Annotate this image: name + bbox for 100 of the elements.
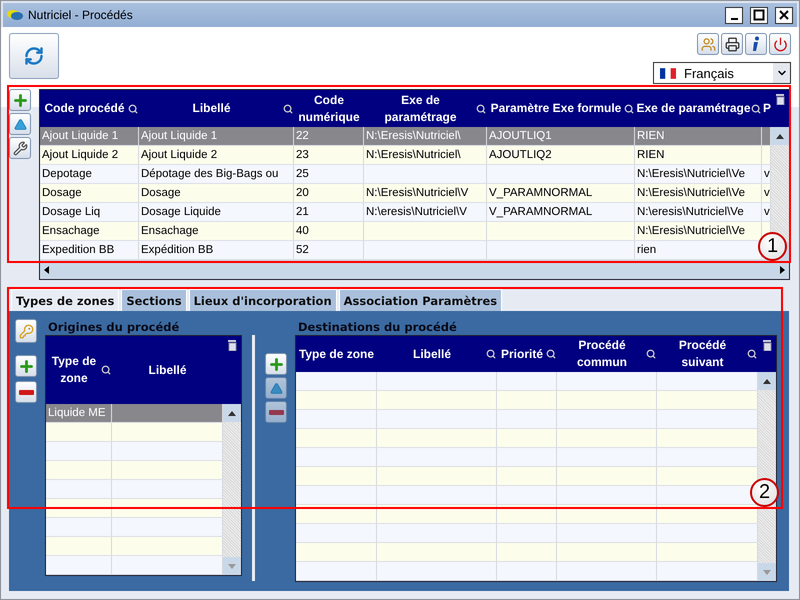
refresh-button[interactable] <box>9 33 59 79</box>
scroll-up-icon[interactable] <box>228 410 236 416</box>
minimize-button[interactable] <box>725 6 743 24</box>
column-header[interactable]: Libellé <box>377 336 497 372</box>
column-header[interactable]: Libellé <box>139 90 294 127</box>
table-cell: Dosage <box>40 184 139 202</box>
move-up-button[interactable] <box>265 377 287 399</box>
table-cell: N:\Eresis\Nutriciel\ <box>364 146 487 164</box>
table-cell: 22 <box>294 127 364 145</box>
table-cell: N:\Eresis\Nutriciel\Ve <box>635 184 762 202</box>
search-icon[interactable] <box>751 104 761 114</box>
table-cell: Ensachage <box>40 222 139 240</box>
table-cell: V_PARAMNORMAL <box>487 203 635 221</box>
remove-button[interactable] <box>265 401 287 423</box>
window-title: Nutriciel - Procédés <box>28 8 134 22</box>
search-icon[interactable] <box>624 104 634 114</box>
info-icon <box>751 36 761 52</box>
scroll-up-icon[interactable] <box>776 134 784 138</box>
table-cell: Dépotage des Big-Bags ou <box>139 165 294 183</box>
search-icon[interactable] <box>747 349 757 359</box>
tab[interactable]: Types de zones <box>11 289 120 311</box>
table-cell: Expedition BB <box>40 241 139 259</box>
scroll-up-icon[interactable] <box>763 378 771 384</box>
search-icon[interactable] <box>476 104 486 114</box>
table-cell: N:\Eresis\Nutriciel\ <box>364 127 487 145</box>
table-row[interactable]: Liquide ME <box>46 404 223 423</box>
column-header[interactable]: Exe de paramétrage <box>635 90 762 127</box>
tab[interactable]: Lieux d'incorporation <box>188 289 337 311</box>
triangle-up-icon <box>14 118 26 130</box>
column-chooser-icon[interactable] <box>775 94 785 105</box>
plus-icon <box>268 356 284 372</box>
table-cell: V_PARAMNORMAL <box>487 184 635 202</box>
print-button[interactable] <box>721 33 743 55</box>
tab[interactable]: Sections <box>121 289 187 311</box>
table-cell: AJOUTLIQ2 <box>487 146 635 164</box>
remove-button[interactable] <box>15 381 37 403</box>
table-cell: N:\Eresis\Nutriciel\Ve <box>635 165 762 183</box>
table-row[interactable]: Ensachage Ensachage 40 N:\Eresis\Nutriciel\Ve <box>40 222 771 241</box>
search-icon[interactable] <box>101 365 111 375</box>
column-header[interactable]: Procédé suivant <box>657 336 758 372</box>
table-row[interactable]: Depotage Dépotage des Big-Bags ou 25 N:\Eresis\Nutriciel\Ve v <box>40 165 771 184</box>
column-chooser-icon[interactable] <box>762 340 772 351</box>
table-cell: Expédition BB <box>139 241 294 259</box>
refresh-icon <box>24 46 44 66</box>
tools-button[interactable] <box>9 137 31 159</box>
column-chooser-icon[interactable] <box>227 340 237 351</box>
wrench-icon <box>12 140 28 156</box>
users-icon <box>700 36 716 52</box>
add-button[interactable] <box>265 353 287 375</box>
info-button[interactable] <box>745 33 767 55</box>
table-cell: Ajout Liquide 2 <box>40 146 139 164</box>
table-cell: Dosage Liquide <box>139 203 294 221</box>
table-row[interactable]: Dosage Dosage 20 N:\Eresis\Nutriciel\V V_PARAMNORMAL N:\Eresis\Nutriciel\Ve v <box>40 184 771 203</box>
move-up-button[interactable] <box>9 113 31 135</box>
table-row[interactable]: Ajout Liquide 1 Ajout Liquide 1 22 N:\Eresis\Nutriciel\ AJOUTLIQ1 RIEN <box>40 127 771 146</box>
column-header[interactable]: Priorité <box>497 336 557 372</box>
column-header[interactable]: Procédé commun <box>557 336 657 372</box>
tab[interactable]: Association Paramètres <box>338 289 502 311</box>
search-icon[interactable] <box>546 349 556 359</box>
table-row[interactable]: Dosage Liq Dosage Liquide 21 N:\eresis\Nutriciel\V V_PARAMNORMAL N:\eresis\Nutriciel\Ve v <box>40 203 771 222</box>
search-icon[interactable] <box>283 104 293 114</box>
table-cell: RIEN <box>635 127 762 145</box>
language-dropdown[interactable]: Français <box>653 62 791 84</box>
table-cell: Liquide ME <box>46 404 112 422</box>
vertical-scrollbar[interactable] <box>223 404 241 575</box>
table-cell: Ajout Liquide 1 <box>139 127 294 145</box>
maximize-button[interactable] <box>750 6 768 24</box>
scroll-left-icon[interactable] <box>44 266 49 274</box>
table-cell: 40 <box>294 222 364 240</box>
power-button[interactable] <box>769 33 791 55</box>
search-icon[interactable] <box>486 349 496 359</box>
table-cell: RIEN <box>635 146 762 164</box>
table-cell: Ajout Liquide 1 <box>40 127 139 145</box>
column-header[interactable]: P <box>762 90 771 127</box>
column-header[interactable]: Type de zone <box>296 336 377 372</box>
key-button[interactable] <box>15 319 37 343</box>
column-header[interactable]: Code procédé <box>40 90 139 127</box>
table-cell: 20 <box>294 184 364 202</box>
column-header[interactable]: Type de zone <box>46 336 112 404</box>
table-cell: N:\Eresis\Nutriciel\V <box>364 184 487 202</box>
table-cell: Dosage <box>139 184 294 202</box>
add-button[interactable] <box>9 89 31 111</box>
table-row[interactable]: Ajout Liquide 2 Ajout Liquide 2 23 N:\Eresis\Nutriciel\ AJOUTLIQ2 RIEN <box>40 146 771 165</box>
plus-icon <box>12 92 28 108</box>
search-icon[interactable] <box>128 104 138 114</box>
table-cell: Dosage Liq <box>40 203 139 221</box>
table-cell: Ensachage <box>139 222 294 240</box>
close-button[interactable] <box>775 6 793 24</box>
column-header[interactable]: Code numérique <box>294 90 364 127</box>
column-header[interactable]: Libellé <box>112 336 223 404</box>
table-cell: N:\eresis\Nutriciel\V <box>364 203 487 221</box>
minus-icon <box>268 410 284 414</box>
section-title: Origines du procédé <box>48 319 180 335</box>
scroll-right-icon[interactable] <box>780 266 785 274</box>
column-header[interactable]: Exe de paramétrage <box>364 90 487 127</box>
plus-icon <box>18 358 34 374</box>
search-icon[interactable] <box>646 349 656 359</box>
key-icon <box>18 324 34 338</box>
column-header[interactable]: Paramètre Exe formule <box>487 90 635 127</box>
add-button[interactable] <box>15 355 37 377</box>
